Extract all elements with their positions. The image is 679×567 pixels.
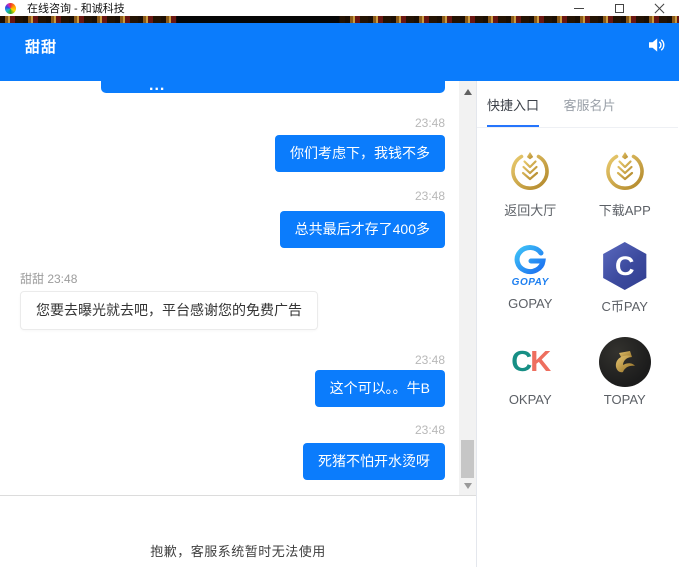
sender-label: 甜甜 23:48 xyxy=(20,270,77,287)
message-row: 死猪不怕开水烫呀 xyxy=(13,443,445,480)
message-row: 总共最后才存了400多 xyxy=(13,211,445,248)
shortcut-label: GOPAY xyxy=(508,296,552,311)
minimize-button[interactable] xyxy=(559,0,599,16)
shortcut-okpay[interactable]: CK OKPAY xyxy=(485,324,575,420)
shortcut-grid: 返回大厅 下载APP xyxy=(477,128,678,420)
chat-footer: 抱歉，客服系统暂时无法使用 xyxy=(0,495,476,567)
arrow-up-icon xyxy=(464,89,472,95)
message-row: 23:48 xyxy=(13,189,445,203)
chat-message-area: ... 23:48 你们考虑下，我钱不多 23:48 总共最后才存了400多 xyxy=(0,81,476,495)
close-icon xyxy=(654,3,665,14)
chat-bubble-outgoing: 总共最后才存了400多 xyxy=(280,211,445,248)
arrow-down-icon xyxy=(464,483,472,489)
ck-logo-icon: CK xyxy=(511,346,549,379)
scroll-up-button[interactable] xyxy=(459,83,476,100)
chat-window: 在线咨询 - 和诚科技 甜甜 ... xyxy=(0,0,679,567)
c-coin-logo-text: C xyxy=(615,253,635,280)
titlebar: 在线咨询 - 和诚科技 xyxy=(0,0,679,16)
minimize-icon xyxy=(574,8,584,9)
message-row: 你们考虑下，我钱不多 xyxy=(13,135,445,172)
timestamp: 23:48 xyxy=(415,423,445,437)
gold-wheat-emblem-icon xyxy=(603,148,647,192)
shortcut-gopay[interactable]: GOPAY GOPAY xyxy=(485,228,575,324)
side-panel-tabs: 快捷入口 客服名片 xyxy=(477,81,678,128)
shortcut-label: TOPAY xyxy=(604,392,646,407)
gold-wheat-emblem-icon xyxy=(508,148,552,192)
chat-bubble-outgoing: 死猪不怕开水烫呀 xyxy=(303,443,445,480)
shortcut-topay[interactable]: TOPAY xyxy=(580,324,670,420)
chat-bubble-incoming: 您要去曝光就去吧，平台感谢您的免费广告 xyxy=(20,291,318,330)
message-row: 23:48 xyxy=(13,116,445,130)
tab-quick-entry[interactable]: 快捷入口 xyxy=(487,95,539,127)
chat-header: 甜甜 xyxy=(0,23,679,81)
message-row: ... xyxy=(13,81,445,93)
shortcut-return-lobby[interactable]: 返回大厅 xyxy=(485,132,575,228)
topay-dark-emblem-icon xyxy=(599,337,651,387)
window-controls xyxy=(559,0,679,16)
gopay-logo-icon: GOPAY xyxy=(512,244,549,288)
scrollbar[interactable] xyxy=(459,81,476,495)
shortcut-label: OKPAY xyxy=(509,392,552,407)
scroll-down-button[interactable] xyxy=(459,477,476,494)
message-row: 您要去曝光就去吧，平台感谢您的免费广告 xyxy=(13,291,445,330)
scrollbar-thumb[interactable] xyxy=(461,440,474,478)
agent-name: 甜甜 xyxy=(25,36,57,57)
chat-bubble-outgoing-partial: ... xyxy=(101,81,445,93)
maximize-button[interactable] xyxy=(599,0,639,16)
speaker-icon[interactable] xyxy=(648,37,666,53)
app-logo-icon xyxy=(5,3,16,14)
message-row: 甜甜 23:48 xyxy=(13,270,445,287)
shortcut-download-app[interactable]: 下载APP xyxy=(580,132,670,228)
side-panel: 快捷入口 客服名片 xyxy=(477,81,678,567)
message-list: ... 23:48 你们考虑下，我钱不多 23:48 总共最后才存了400多 xyxy=(0,81,458,480)
message-row: 23:48 xyxy=(13,423,445,437)
timestamp: 23:48 xyxy=(415,189,445,203)
maximize-icon xyxy=(615,4,624,13)
shortcut-label: C币PAY xyxy=(602,296,648,315)
chat-bubble-outgoing: 你们考虑下，我钱不多 xyxy=(275,135,445,172)
tab-agent-card[interactable]: 客服名片 xyxy=(563,95,615,125)
window-title: 在线咨询 - 和诚科技 xyxy=(27,0,125,16)
message-row: 23:48 xyxy=(13,353,445,367)
message-row: 这个可以。。牛B xyxy=(13,370,445,407)
bubble-text: ... xyxy=(149,81,445,90)
system-unavailable-notice: 抱歉，客服系统暂时无法使用 xyxy=(150,541,326,560)
timestamp: 23:48 xyxy=(415,353,445,367)
ck-logo-k: K xyxy=(530,346,549,378)
c-coin-hexagon-icon: C xyxy=(601,242,649,290)
ck-logo-c: C xyxy=(511,346,530,378)
gopay-logo-text: GOPAY xyxy=(512,277,549,288)
chat-bubble-outgoing: 这个可以。。牛B xyxy=(315,370,445,407)
background-window-strip xyxy=(0,16,679,23)
shortcut-cpay[interactable]: C C币PAY xyxy=(580,228,670,324)
close-button[interactable] xyxy=(639,0,679,16)
shortcut-label: 返回大厅 xyxy=(504,200,556,219)
timestamp: 23:48 xyxy=(415,116,445,130)
shortcut-label: 下载APP xyxy=(599,200,651,219)
chat-panel: ... 23:48 你们考虑下，我钱不多 23:48 总共最后才存了400多 xyxy=(0,81,477,567)
